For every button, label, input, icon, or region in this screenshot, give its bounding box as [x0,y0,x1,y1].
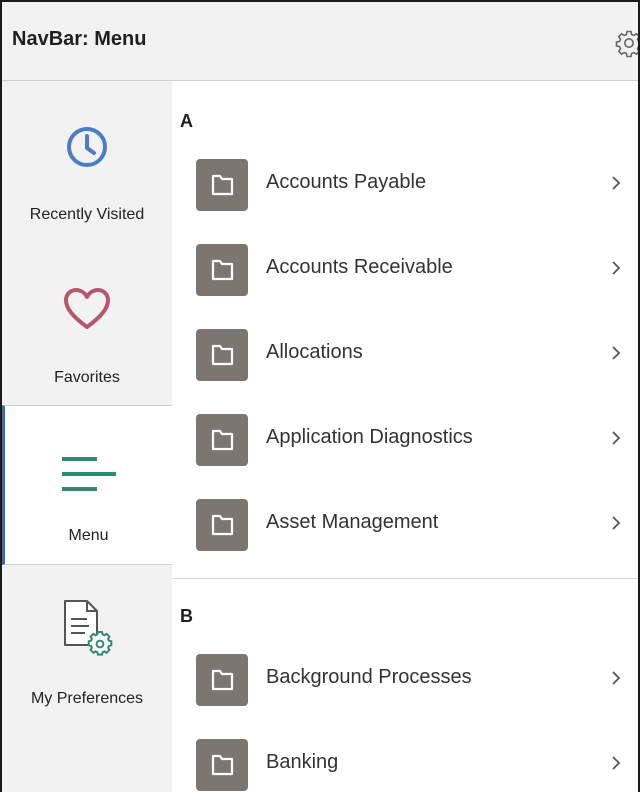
gear-icon [615,30,638,58]
chevron-right-icon [612,176,621,190]
sidebar-item-menu[interactable]: Menu [2,405,172,565]
chevron-right-icon [612,671,621,685]
menu-item-label: Allocations [266,341,363,363]
menu-lines-icon [61,457,116,491]
chevron-right-icon [612,756,621,770]
chevron-right-icon [612,516,621,530]
menu-item-label: Application Diagnostics [266,426,473,448]
menu-item-background-processes[interactable]: Background Processes [172,636,638,721]
menu-item-accounts-receivable[interactable]: Accounts Receivable [172,226,638,311]
document-gear-icon [64,600,113,656]
menu-item-label: Banking [266,751,339,773]
group-letter: A [180,111,193,131]
group-divider [172,578,638,579]
sidebar-item-label: Favorites [54,369,120,386]
folder-icon [196,499,248,551]
menu-item-asset-management[interactable]: Asset Management [172,481,638,566]
chevron-right-icon [612,261,621,275]
navbar-panel: NavBar: Menu Recently Visited Favorites [0,0,640,792]
settings-button[interactable] [614,28,638,58]
chevron-right-icon [612,346,621,360]
sidebar-item-label: Menu [68,527,109,544]
sidebar-item-label: My Preferences [30,690,144,707]
menu-list: A Accounts Payable Accounts Receivable A… [172,81,638,792]
chevron-right-icon [612,431,621,445]
menu-item-banking[interactable]: Banking [172,721,638,792]
menu-item-allocations[interactable]: Allocations [172,311,638,396]
sidebar-item-recently-visited[interactable]: Recently Visited [2,81,172,241]
navbar-sidebar: Recently Visited Favorites Menu My Prefe… [2,81,172,792]
navbar-header: NavBar: Menu [2,2,638,81]
page-title: NavBar: Menu [12,28,147,50]
sidebar-item-label: Recently Visited [29,206,145,223]
menu-item-label: Background Processes [266,666,472,688]
menu-item-accounts-payable[interactable]: Accounts Payable [172,141,638,226]
clock-icon [67,127,107,167]
menu-item-application-diagnostics[interactable]: Application Diagnostics [172,396,638,481]
heart-icon [64,288,110,329]
folder-icon [196,244,248,296]
folder-icon [196,739,248,791]
sidebar-item-my-preferences[interactable]: My Preferences [2,567,172,727]
folder-icon [196,159,248,211]
sidebar-item-favorites[interactable]: Favorites [2,243,172,403]
folder-icon [196,654,248,706]
menu-item-label: Accounts Receivable [266,256,453,278]
folder-icon [196,414,248,466]
menu-item-label: Accounts Payable [266,171,427,193]
menu-item-label: Asset Management [266,511,439,533]
group-letter: B [180,606,193,626]
folder-icon [196,329,248,381]
